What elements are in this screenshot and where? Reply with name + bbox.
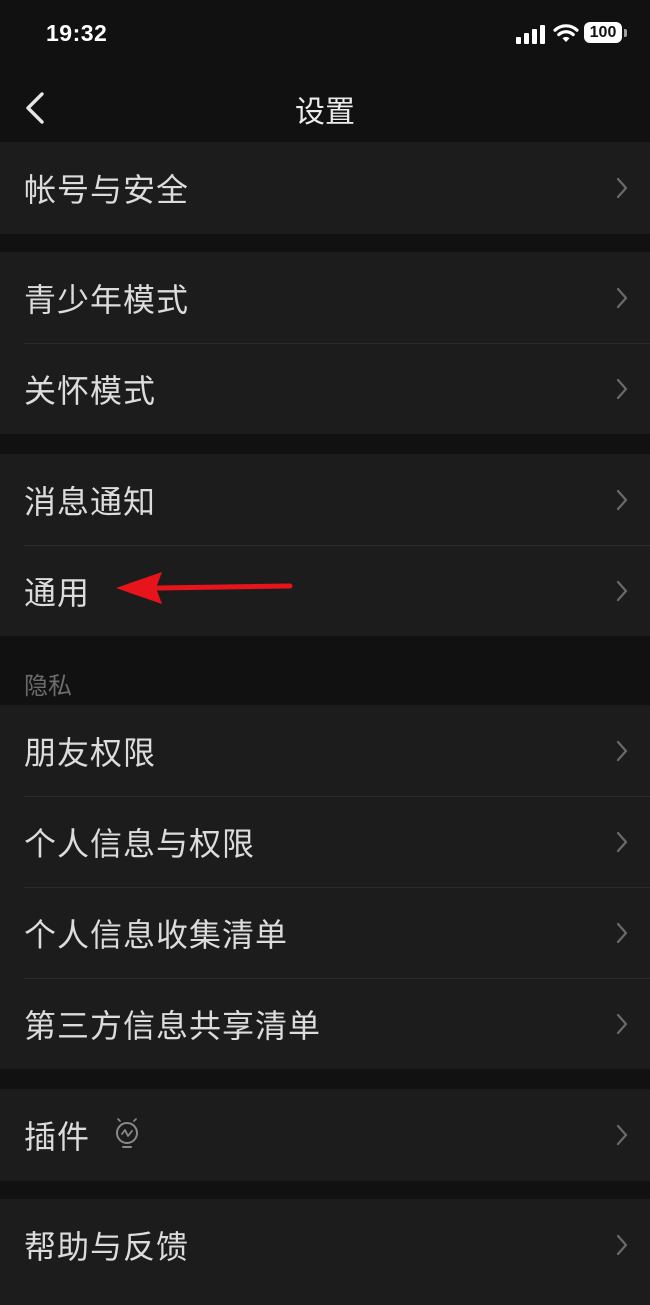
menu-item-label: 个人信息与权限 [24, 824, 256, 863]
menu-item-label: 关怀模式 [24, 371, 157, 410]
annotation-arrow-icon [116, 572, 293, 604]
menu-item-general[interactable]: 通用 [0, 545, 650, 636]
menu-item-account-security[interactable]: 帐号与安全 [0, 142, 650, 234]
chevron-right-icon [616, 287, 628, 308]
wifi-icon [553, 24, 579, 42]
menu-item-label: 帮助与反馈 [24, 1227, 190, 1266]
cellular-signal-icon [516, 24, 546, 44]
menu-item-label: 个人信息收集清单 [24, 915, 289, 954]
status-bar: 19:32 100 [0, 0, 650, 70]
battery-tip [624, 29, 627, 37]
battery-indicator: 100 [584, 22, 622, 43]
chevron-right-icon [616, 378, 628, 399]
navigation-bar: 设置 [0, 70, 650, 142]
settings-group-help: 帮助与反馈 [0, 1199, 650, 1305]
chevron-right-icon [616, 831, 628, 852]
settings-group-modes: 青少年模式 关怀模式 [0, 252, 650, 434]
chevron-right-icon [616, 1124, 628, 1146]
menu-item-care-mode[interactable]: 关怀模式 [0, 343, 650, 434]
settings-group-plugins: 插件 [0, 1089, 650, 1181]
settings-group-general: 消息通知 通用 [0, 454, 650, 636]
chevron-right-icon [616, 1234, 628, 1255]
menu-item-help-feedback[interactable]: 帮助与反馈 [0, 1199, 650, 1290]
menu-item-third-party-sharing-list[interactable]: 第三方信息共享清单 [0, 978, 650, 1069]
menu-item-friend-permissions[interactable]: 朋友权限 [0, 705, 650, 796]
chevron-right-icon [616, 922, 628, 943]
menu-item-label: 帐号与安全 [24, 171, 190, 209]
menu-item-teen-mode[interactable]: 青少年模式 [0, 252, 650, 343]
menu-item-personal-info-permissions[interactable]: 个人信息与权限 [0, 796, 650, 887]
menu-item-label: 第三方信息共享清单 [24, 1006, 322, 1045]
chevron-right-icon [616, 1013, 628, 1034]
lightbulb-icon [116, 1118, 138, 1148]
chevron-right-icon [616, 177, 628, 199]
menu-item-notifications[interactable]: 消息通知 [0, 454, 650, 545]
status-time: 19:32 [46, 20, 108, 46]
menu-item-label: 消息通知 [24, 482, 157, 521]
chevron-right-icon [616, 740, 628, 761]
settings-group-account: 帐号与安全 [0, 142, 650, 234]
settings-group-privacy: 朋友权限 个人信息与权限 个人信息收集清单 第三方信息共享清单 [0, 705, 650, 1069]
section-header-privacy: 隐私 [24, 672, 72, 700]
menu-item-label: 通用 [24, 573, 91, 612]
page-title: 设置 [295, 95, 355, 130]
menu-item-label: 青少年模式 [24, 280, 190, 319]
menu-item-plugins[interactable]: 插件 [0, 1089, 650, 1181]
chevron-right-icon [616, 580, 628, 601]
menu-item-label: 朋友权限 [24, 733, 157, 772]
menu-item-label: 插件 [24, 1118, 91, 1156]
menu-item-personal-info-collection-list[interactable]: 个人信息收集清单 [0, 887, 650, 978]
chevron-right-icon [616, 489, 628, 510]
